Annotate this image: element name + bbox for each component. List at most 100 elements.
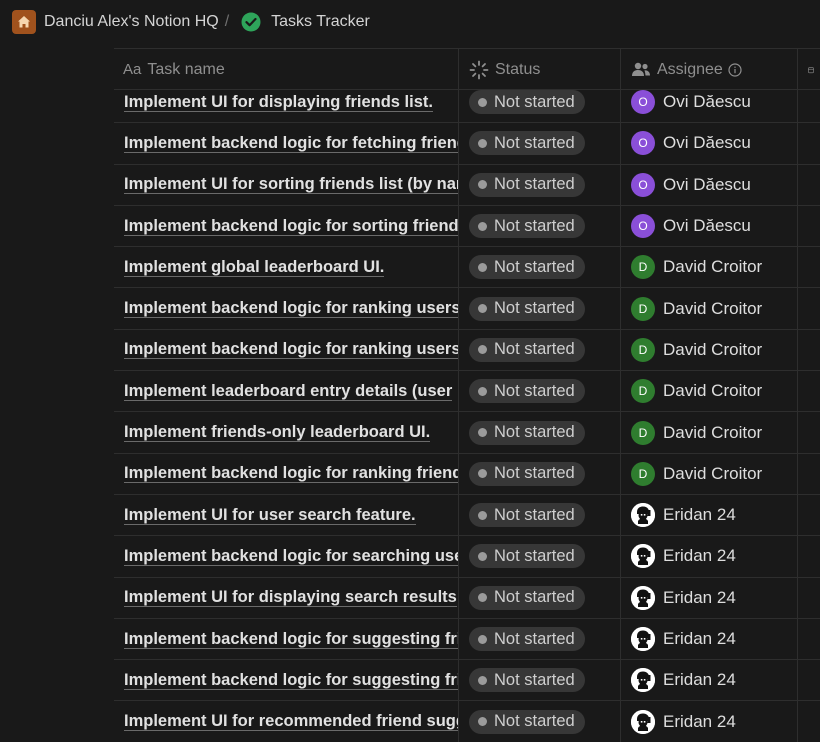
table-row[interactable]: Implement backend logic for sorting frie… [114, 205, 820, 248]
assignee-cell[interactable]: Eridan 24 [621, 660, 798, 701]
table-row[interactable]: Implement UI for sorting friends list (b… [114, 164, 820, 206]
task-title[interactable]: Implement backend logic for suggesting f… [124, 630, 458, 649]
date-cell[interactable] [798, 578, 820, 618]
date-cell[interactable] [798, 330, 820, 370]
table-row[interactable]: Implement backend logic for suggesting f… [114, 618, 820, 661]
status-cell[interactable]: Not started [459, 701, 621, 742]
status-cell[interactable]: Not started [459, 494, 621, 536]
assignee-cell[interactable]: Eridan 24 [621, 618, 798, 660]
table-row[interactable]: Implement backend logic for ranking frie… [114, 453, 820, 495]
date-cell[interactable] [798, 206, 820, 246]
status-badge[interactable]: Not started [469, 503, 585, 528]
status-cell[interactable]: Not started [459, 247, 621, 288]
status-badge[interactable]: Not started [469, 255, 585, 280]
task-cell[interactable]: Implement backend logic for sorting frie… [114, 205, 459, 247]
assignee-cell[interactable]: D David Croitor [621, 329, 798, 371]
status-cell[interactable]: Not started [459, 618, 621, 660]
table-row[interactable]: Implement backend logic for searching us… [114, 536, 820, 578]
date-cell[interactable] [798, 371, 820, 411]
date-cell[interactable] [798, 454, 820, 494]
home-icon[interactable] [12, 10, 36, 34]
status-badge[interactable]: Not started [469, 90, 585, 115]
assignee-cell[interactable]: D David Croitor [621, 453, 798, 494]
status-cell[interactable]: Not started [459, 577, 621, 618]
status-badge[interactable]: Not started [469, 544, 585, 569]
task-cell[interactable]: Implement backend logic for searching us… [114, 536, 459, 577]
task-cell[interactable]: Implement UI for recommended friend sugg… [114, 701, 459, 742]
table-row[interactable]: Implement UI for recommended friend sugg… [114, 701, 820, 742]
date-cell[interactable] [798, 123, 820, 163]
column-header-assignee[interactable]: Assignee [621, 49, 798, 90]
status-badge[interactable]: Not started [469, 214, 585, 239]
task-title[interactable]: Implement UI for recommended friend sugg… [124, 712, 458, 732]
column-header-date[interactable] [798, 49, 820, 90]
status-cell[interactable]: Not started [459, 660, 621, 701]
column-header-status[interactable]: Status [459, 49, 621, 90]
status-badge[interactable]: Not started [469, 296, 585, 321]
status-badge[interactable]: Not started [469, 420, 585, 445]
status-badge[interactable]: Not started [469, 337, 585, 362]
status-badge[interactable]: Not started [469, 461, 585, 486]
table-row[interactable]: Implement backend logic for ranking user… [114, 329, 820, 372]
breadcrumb-page[interactable]: Tasks Tracker [271, 13, 370, 31]
task-title[interactable]: Implement UI for sorting friends list (b… [124, 175, 458, 195]
task-title[interactable]: Implement backend logic for sorting frie… [124, 217, 458, 236]
column-header-task[interactable]: Aa Task name [114, 49, 459, 90]
table-row[interactable]: Implement leaderboard entry details (use… [114, 371, 820, 413]
date-cell[interactable] [798, 495, 820, 535]
assignee-cell[interactable]: D David Croitor [621, 412, 798, 453]
date-cell[interactable] [798, 412, 820, 452]
assignee-cell[interactable]: O Ovi Dăescu [621, 205, 798, 247]
task-title[interactable]: Implement backend logic for suggesting f… [124, 671, 458, 690]
assignee-cell[interactable]: D David Croitor [621, 247, 798, 288]
assignee-cell[interactable]: D David Croitor [621, 371, 798, 412]
status-badge[interactable]: Not started [469, 709, 585, 734]
date-cell[interactable] [798, 660, 820, 700]
assignee-cell[interactable]: Eridan 24 [621, 536, 798, 577]
task-title[interactable]: Implement friends-only leaderboard UI. [124, 423, 431, 443]
table-row[interactable]: Implement backend logic for fetching fri… [114, 123, 820, 165]
task-cell[interactable]: Implement backend logic for suggesting f… [114, 618, 459, 660]
task-cell[interactable]: Implement leaderboard entry details (use… [114, 371, 459, 412]
date-cell[interactable] [798, 90, 820, 122]
date-cell[interactable] [798, 619, 820, 659]
task-title[interactable]: Implement backend logic for fetching fri… [124, 134, 458, 153]
date-cell[interactable] [798, 701, 820, 741]
task-cell[interactable]: Implement UI for sorting friends list (b… [114, 164, 459, 205]
date-cell[interactable] [798, 536, 820, 576]
assignee-cell[interactable]: Eridan 24 [621, 701, 798, 742]
table-row[interactable]: Implement UI for displaying search resul… [114, 577, 820, 619]
task-title[interactable]: Implement UI for displaying search resul… [124, 588, 457, 608]
task-title[interactable]: Implement backend logic for ranking frie… [124, 464, 458, 484]
task-cell[interactable]: Implement UI for user search feature. [114, 494, 459, 536]
status-cell[interactable]: Not started [459, 164, 621, 205]
task-title[interactable]: Implement backend logic for ranking user… [124, 340, 458, 360]
status-cell[interactable]: Not started [459, 123, 621, 164]
assignee-cell[interactable]: Eridan 24 [621, 494, 798, 536]
task-cell[interactable]: Implement backend logic for ranking user… [114, 288, 459, 329]
status-cell[interactable]: Not started [459, 412, 621, 453]
table-row[interactable]: Implement backend logic for ranking user… [114, 288, 820, 330]
date-cell[interactable] [798, 247, 820, 287]
task-cell[interactable]: Implement backend logic for fetching fri… [114, 123, 459, 164]
assignee-cell[interactable]: O Ovi Dăescu [621, 164, 798, 205]
assignee-cell[interactable]: O Ovi Dăescu [621, 90, 798, 123]
task-cell[interactable]: Implement global leaderboard UI. [114, 247, 459, 288]
status-cell[interactable]: Not started [459, 453, 621, 494]
task-cell[interactable]: Implement backend logic for ranking user… [114, 329, 459, 371]
status-cell[interactable]: Not started [459, 90, 621, 123]
status-cell[interactable]: Not started [459, 205, 621, 247]
date-cell[interactable] [798, 288, 820, 328]
status-cell[interactable]: Not started [459, 329, 621, 371]
date-cell[interactable] [798, 165, 820, 205]
status-badge[interactable]: Not started [469, 172, 585, 197]
task-cell[interactable]: Implement friends-only leaderboard UI. [114, 412, 459, 453]
task-title[interactable]: Implement backend logic for searching us… [124, 547, 458, 566]
info-icon[interactable] [728, 62, 748, 77]
table-row[interactable]: Implement global leaderboard UI. Not sta… [114, 247, 820, 289]
task-title[interactable]: Implement leaderboard entry details (use… [124, 382, 453, 401]
status-cell[interactable]: Not started [459, 371, 621, 412]
task-cell[interactable]: Implement UI for displaying friends list… [114, 90, 459, 123]
status-badge[interactable]: Not started [469, 131, 585, 156]
task-cell[interactable]: Implement backend logic for ranking frie… [114, 453, 459, 494]
